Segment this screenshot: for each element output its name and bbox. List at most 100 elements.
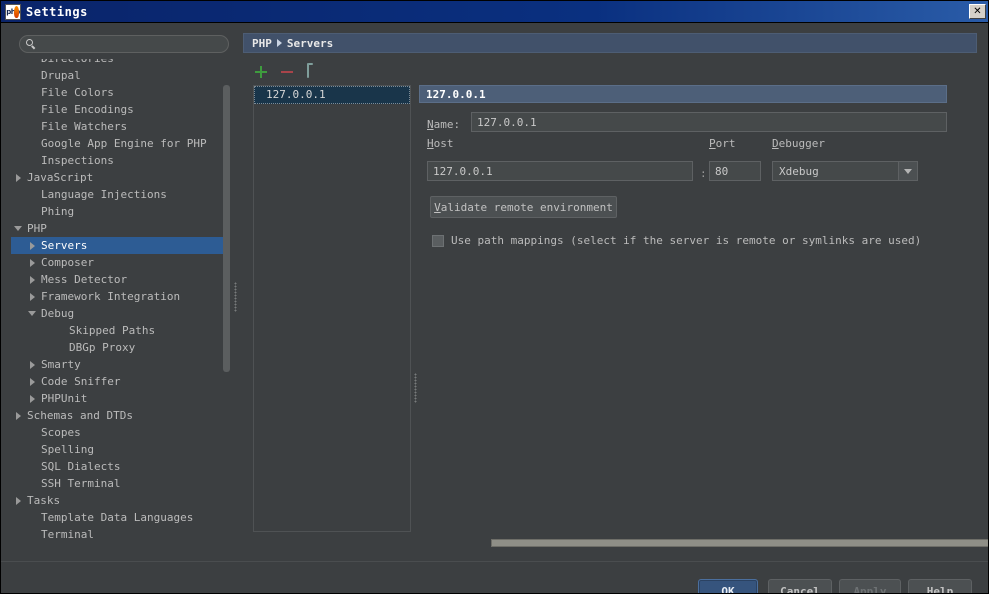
ok-button[interactable]: OK — [698, 579, 758, 593]
sidebar-item-phing[interactable]: Phing — [11, 203, 229, 220]
sidebar-item-sql-dialects[interactable]: SQL Dialects — [11, 458, 229, 475]
sidebar-item-phpunit[interactable]: PHPUnit — [11, 390, 229, 407]
chevron-right-icon[interactable] — [25, 241, 39, 250]
breadcrumb: PHP Servers — [243, 33, 977, 53]
sidebar-item-mess-detector[interactable]: Mess Detector — [11, 271, 229, 288]
sidebar-item-label: Smarty — [41, 358, 81, 371]
sidebar-item-code-sniffer[interactable]: Code Sniffer — [11, 373, 229, 390]
use-path-mappings-label: Use path mappings (select if the server … — [451, 234, 922, 247]
sidebar-item-label: Directories — [39, 59, 114, 65]
sidebar-item-smarty[interactable]: Smarty — [11, 356, 229, 373]
copy-icon[interactable] — [305, 63, 321, 80]
port-input[interactable] — [709, 161, 761, 181]
settings-tree: Directories Drupal File Colors File Encodin… — [11, 59, 229, 555]
sidebar-item-file-encodings[interactable]: File Encodings — [11, 101, 229, 118]
chevron-right-icon[interactable] — [25, 394, 39, 403]
chevron-right-icon[interactable] — [25, 292, 39, 301]
dialog-content: Directories Drupal File Colors File Encodin… — [1, 23, 988, 593]
chevron-right-icon[interactable] — [25, 275, 39, 284]
help-button[interactable]: Help — [908, 579, 972, 593]
detail-horizontal-scrollbar-track[interactable] — [485, 537, 988, 549]
debugger-label: Debugger — [772, 137, 825, 150]
sidebar-item-label: Google App Engine for PHP — [41, 137, 207, 150]
sidebar-item-google-app-engine-for-php[interactable]: Google App Engine for PHP — [11, 135, 229, 152]
sidebar-item-label: Schemas and DTDs — [27, 409, 133, 422]
chevron-right-icon[interactable] — [25, 377, 39, 386]
sidebar-item-label: Spelling — [41, 443, 94, 456]
sidebar-item-label: SQL Dialects — [41, 460, 121, 473]
panel-splitter[interactable] — [411, 368, 419, 408]
sidebar-item-label: File Colors — [41, 86, 114, 99]
sidebar-item-tasks[interactable]: Tasks — [11, 492, 229, 509]
host-label: Host — [427, 137, 454, 150]
dialog-footer: OK Cancel Apply Help — [1, 561, 988, 593]
sidebar-item-label: Composer — [41, 256, 94, 269]
sidebar-item-scopes[interactable]: Scopes — [11, 424, 229, 441]
chevron-down-icon[interactable] — [11, 226, 25, 231]
host-label-text: ost — [433, 137, 454, 150]
validate-button-label: alidate remote environment — [440, 200, 613, 214]
name-label-text: ame: — [433, 118, 461, 131]
sidebar-item-directories[interactable]: Directories — [11, 59, 229, 67]
sidebar-item-php[interactable]: PHP — [11, 220, 229, 237]
sidebar-item-label: DBGp Proxy — [69, 341, 136, 354]
cancel-button[interactable]: Cancel — [768, 579, 832, 593]
sidebar-item-framework-integration[interactable]: Framework Integration — [11, 288, 229, 305]
sidebar-item-composer[interactable]: Composer — [11, 254, 229, 271]
sidebar-item-debug[interactable]: Debug — [11, 305, 229, 322]
sidebar-item-label: Code Sniffer — [41, 375, 121, 388]
settings-detail-panel: PHP Servers 127.0.0.1 127.0.0.1 Name: 12… — [239, 23, 988, 561]
search-box[interactable] — [19, 35, 229, 53]
chevron-right-icon[interactable] — [11, 496, 25, 505]
sidebar-item-ssh-terminal[interactable]: SSH Terminal — [11, 475, 229, 492]
sidebar-item-label: JavaScript — [27, 171, 94, 184]
sidebar-item-javascript[interactable]: JavaScript — [11, 169, 229, 186]
search-input[interactable] — [37, 37, 228, 51]
detail-horizontal-scrollbar[interactable] — [491, 539, 988, 547]
sidebar-item-label: Debug — [41, 307, 75, 320]
plus-icon[interactable] — [253, 64, 269, 80]
chevron-right-icon[interactable] — [25, 360, 39, 369]
validate-remote-environment-button[interactable]: Validate remote environment — [430, 196, 617, 218]
sidebar-item-terminal[interactable]: Terminal — [11, 526, 229, 543]
sidebar-scrollbar[interactable] — [223, 85, 230, 372]
use-path-mappings-checkbox[interactable] — [432, 234, 444, 247]
sidebar-item-label: PHPUnit — [41, 392, 88, 405]
sidebar-item-servers[interactable]: Servers — [11, 237, 229, 254]
sidebar-item-label: Servers — [41, 239, 88, 252]
sidebar-item-language-injections[interactable]: Language Injections — [11, 186, 229, 203]
sidebar-item-label: Inspections — [41, 154, 114, 167]
port-label: Port — [709, 137, 736, 150]
server-detail-form: 127.0.0.1 Name: Host Port Debugger : — [419, 85, 959, 532]
sidebar-item-file-watchers[interactable]: File Watchers — [11, 118, 229, 135]
sidebar-item-inspections[interactable]: Inspections — [11, 152, 229, 169]
chevron-down-icon[interactable] — [25, 311, 39, 316]
chevron-down-icon[interactable] — [898, 162, 917, 180]
sidebar-item-schemas-and-dtds[interactable]: Schemas and DTDs — [11, 407, 229, 424]
chevron-right-icon[interactable] — [11, 173, 25, 182]
sidebar-item-drupal[interactable]: Drupal — [11, 67, 229, 84]
close-icon[interactable]: ✕ — [969, 4, 986, 19]
sidebar-item-file-colors[interactable]: File Colors — [11, 84, 229, 101]
chevron-right-icon[interactable] — [11, 411, 25, 420]
debugger-select[interactable]: Xdebug — [772, 161, 918, 181]
minus-icon[interactable] — [279, 64, 295, 80]
sidebar-item-label: Framework Integration — [41, 290, 181, 303]
sidebar-item-spelling[interactable]: Spelling — [11, 441, 229, 458]
list-item[interactable]: 127.0.0.1 — [254, 86, 410, 104]
sidebar-item-label: SSH Terminal — [41, 477, 121, 490]
name-input[interactable] — [471, 112, 947, 132]
chevron-right-icon[interactable] — [25, 258, 39, 267]
sidebar-item-label: File Encodings — [41, 103, 134, 116]
sidebar-item-label: PHP — [27, 222, 47, 235]
sidebar-item-label: Language Injections — [41, 188, 167, 201]
sidebar-splitter[interactable] — [233, 279, 238, 315]
host-input[interactable] — [427, 161, 693, 181]
sidebar-item-template-data-languages[interactable]: Template Data Languages — [11, 509, 229, 526]
debugger-label-mnemonic: D — [772, 137, 779, 150]
use-path-mappings-row[interactable]: Use path mappings (select if the server … — [432, 234, 921, 247]
sidebar-item-dbgp-proxy[interactable]: DBGp Proxy — [11, 339, 229, 356]
sidebar-item-skipped-paths[interactable]: Skipped Paths — [11, 322, 229, 339]
server-list: 127.0.0.1 — [253, 85, 411, 532]
breadcrumb-root[interactable]: PHP — [252, 37, 272, 50]
